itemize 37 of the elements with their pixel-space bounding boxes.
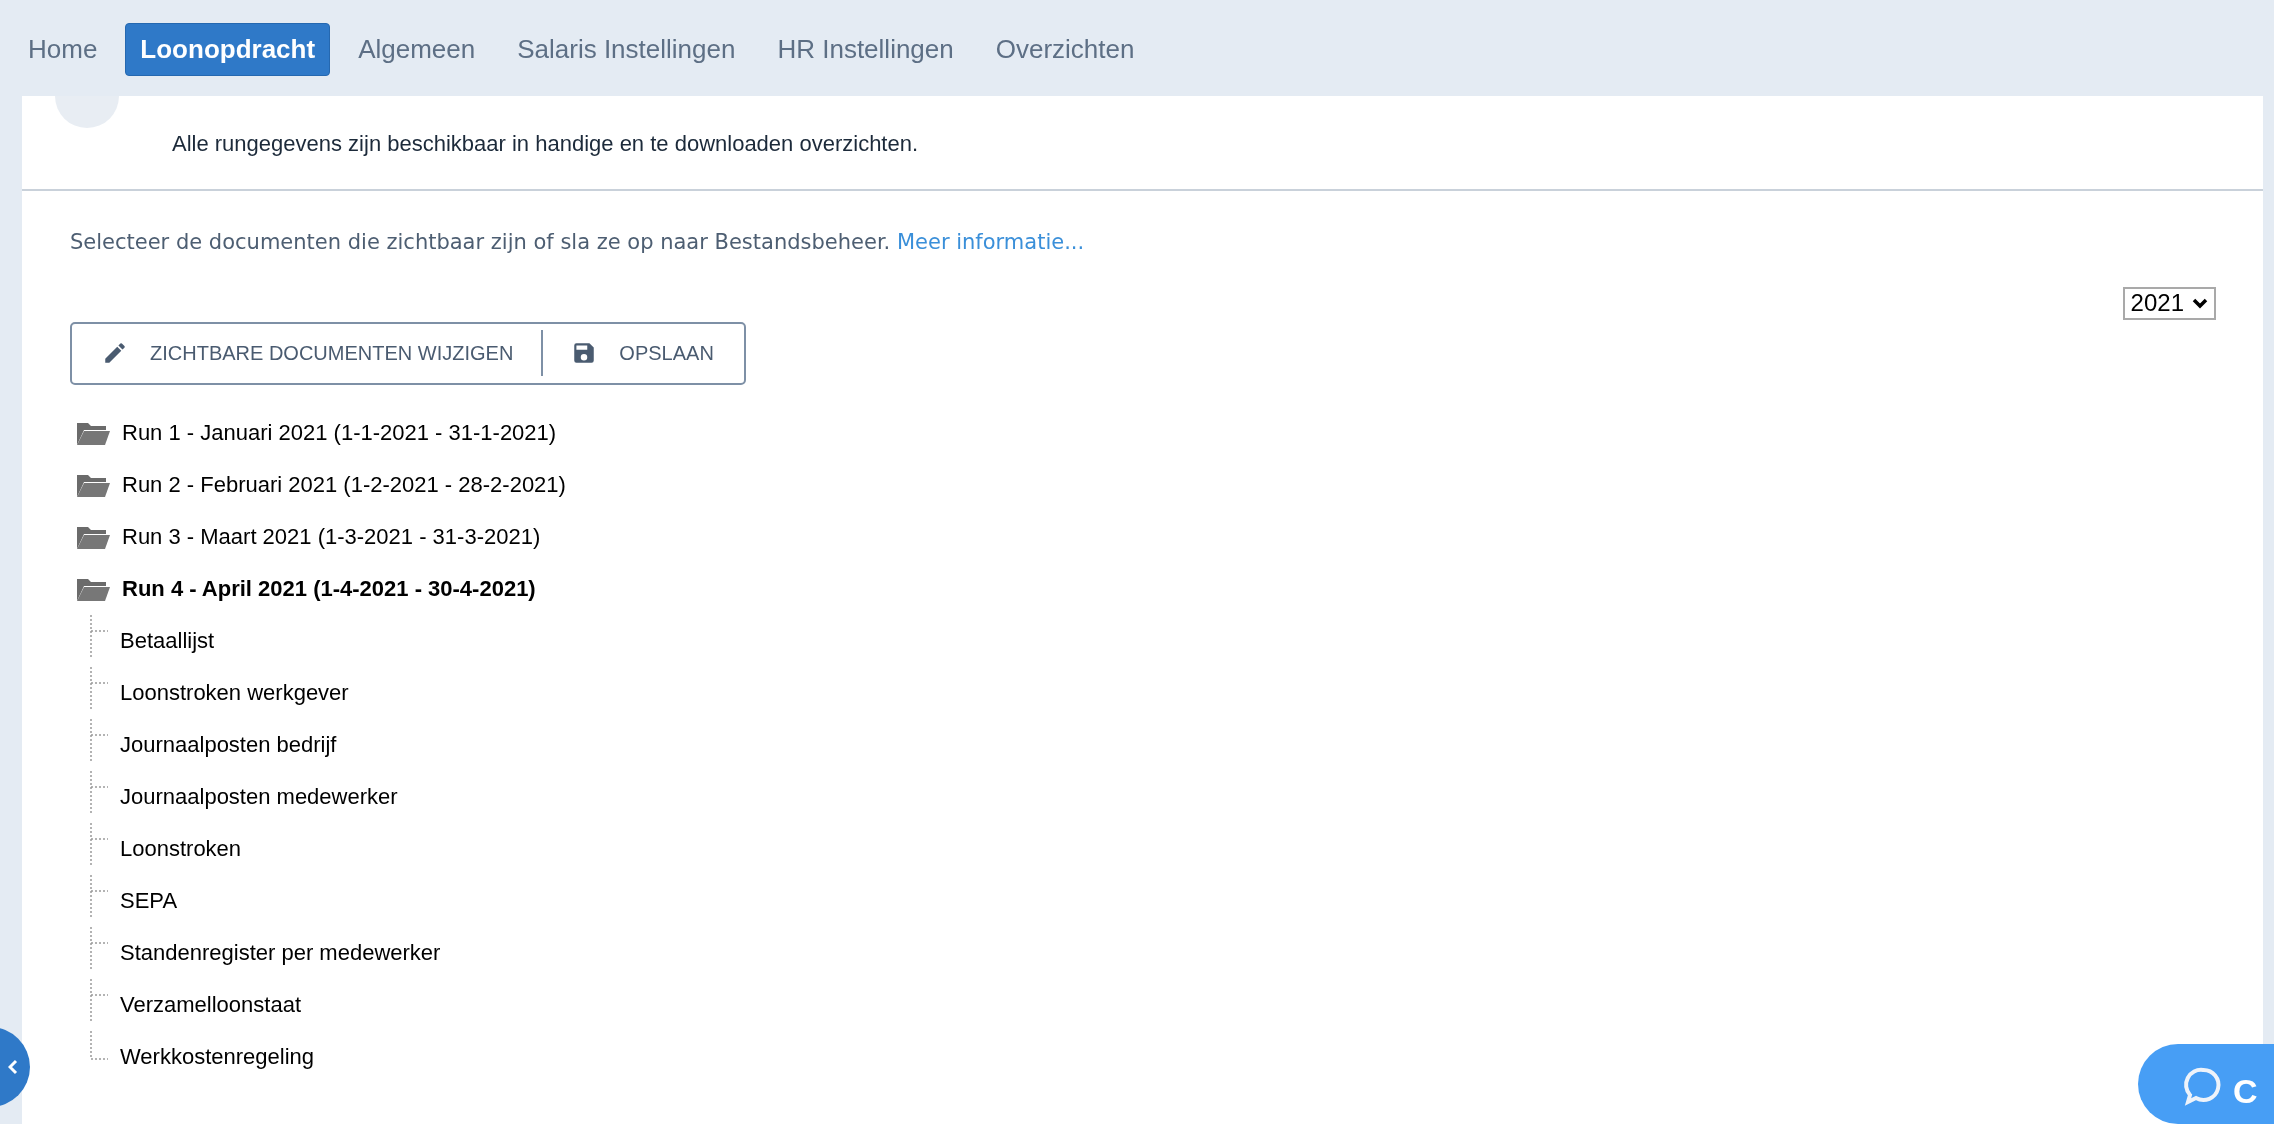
page-description: Alle rungegevens zijn beschikbaar in handige en te downloaden overzichten. <box>172 130 919 158</box>
tree-line <box>90 718 110 761</box>
nav-tab[interactable]: Home <box>14 23 112 75</box>
tree-line <box>90 874 110 917</box>
edit-button[interactable]: ZICHTBARE DOCUMENTEN WIJZIGEN <box>72 323 542 383</box>
tree-folder-item[interactable]: Run 1 - Januari 2021 (1-1-2021 - 31-1-2021) <box>122 416 557 449</box>
nav-tab[interactable]: HR Instellingen <box>763 23 968 75</box>
nav-tab[interactable]: Loonopdracht <box>125 22 331 76</box>
speech-bubble-icon <box>2183 1066 2223 1108</box>
tree-folder-item[interactable]: Run 3 - Maart 2021 (1-3-2021 - 31-3-2021) <box>122 520 541 553</box>
nav-tab[interactable]: Salaris Instellingen <box>503 23 750 75</box>
tree-document-item[interactable]: Standenregister per medewerker <box>120 936 441 969</box>
pencil-icon <box>102 340 128 366</box>
chevron-down-icon <box>2192 297 2208 309</box>
tree-document-item[interactable]: Loonstroken werkgever <box>120 676 349 709</box>
tree-folder-item[interactable]: Run 4 - April 2021 (1-4-2021 - 30-4-2021) <box>122 572 536 605</box>
tree-document-item[interactable]: Verzamelloonstaat <box>120 988 301 1021</box>
tree-document-item[interactable]: Werkkostenregeling <box>120 1040 315 1073</box>
tree-line <box>90 1030 110 1061</box>
tree-line <box>90 978 110 1021</box>
nav-tab[interactable]: Algemeen <box>344 23 490 75</box>
tree-document-item[interactable]: Journaalposten medewerker <box>120 780 398 813</box>
year-select[interactable]: 2021 <box>2122 286 2216 320</box>
tree-line <box>90 926 110 969</box>
tree-document-item[interactable]: Loonstroken <box>120 832 242 865</box>
tree-folder-item[interactable]: Run 2 - Februari 2021 (1-2-2021 - 28-2-2021) <box>122 468 566 501</box>
tree-document-item[interactable]: Betaallijst <box>120 624 215 657</box>
nav-tab[interactable]: Overzichten <box>981 23 1149 75</box>
chevron-left-icon <box>8 1059 18 1075</box>
intro-text: Selecteer de documenten die zichtbaar zijn of sla ze op naar Bestandsbeheer. Meer informatie... <box>70 229 1086 256</box>
tree-line <box>90 770 110 813</box>
tree-line <box>90 822 110 865</box>
tree-document-item[interactable]: SEPA <box>120 884 178 917</box>
save-button[interactable]: OPSLAAN <box>543 323 744 383</box>
tree-document-item[interactable]: Journaalposten bedrijf <box>120 728 337 761</box>
tree-line <box>90 666 110 709</box>
tree-line <box>90 614 110 657</box>
